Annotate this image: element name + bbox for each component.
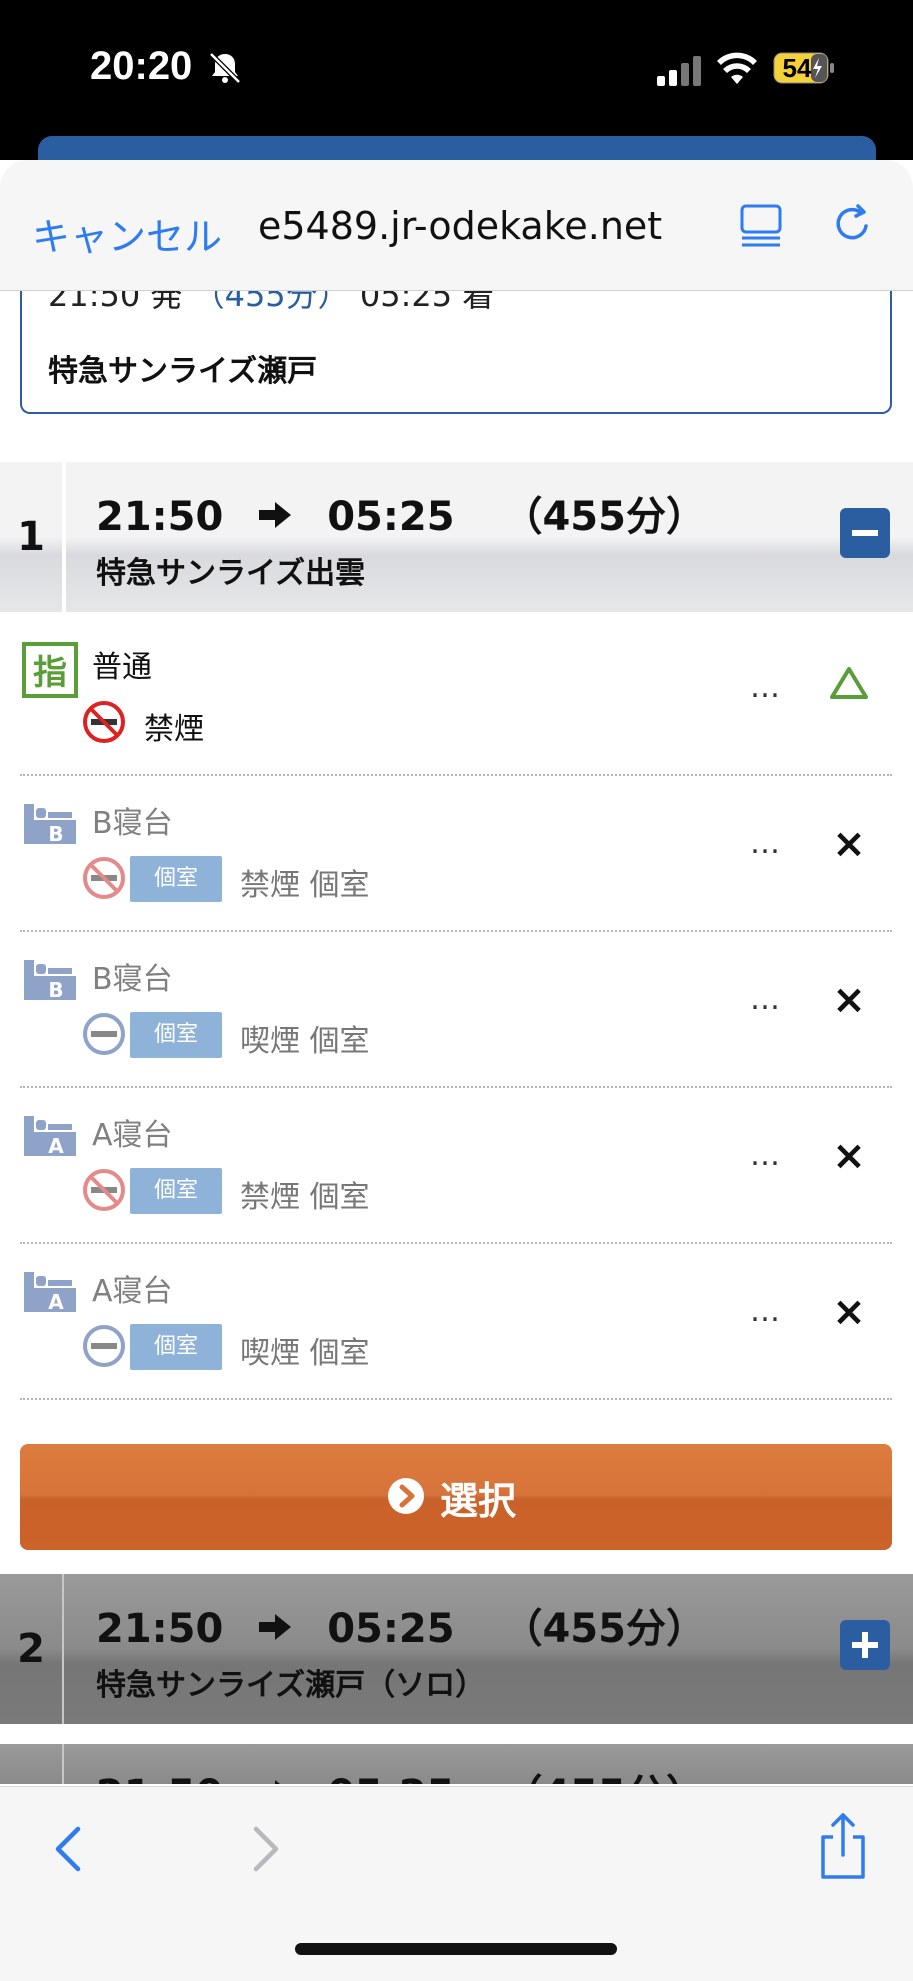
collapse-button[interactable]	[840, 508, 890, 558]
smoking-icon	[83, 1013, 125, 1055]
seat-class-name: A寝台	[92, 1274, 173, 1309]
bell-slash-icon	[209, 52, 241, 84]
private-room-badge: 個室	[130, 1324, 222, 1370]
duration: （455分）	[502, 1606, 706, 1652]
arrow-right-icon	[259, 502, 292, 528]
duration: （455分）	[502, 494, 706, 540]
seat-class-name: 普通	[92, 650, 152, 685]
select-button[interactable]: 選択	[20, 1444, 892, 1550]
seat-class-name: B寝台	[92, 806, 173, 841]
minus-icon	[852, 530, 878, 536]
chevron-right-circle-icon	[388, 1478, 424, 1514]
select-button-label: 選択	[440, 1479, 517, 1523]
duration: （455分）	[502, 1772, 706, 1784]
row-times: 21:50 05:25 （455分）	[96, 1596, 706, 1654]
seat-class-row: B B寝台 個室 禁煙 個室 … ×	[20, 776, 892, 932]
reserved-seat-icon: 指	[22, 642, 78, 698]
arrow-right-icon	[259, 1614, 292, 1640]
browser-toolbar	[0, 1786, 913, 1981]
no-smoking-icon	[83, 701, 125, 743]
url-label: e5489.jr-odekake.net	[258, 204, 663, 248]
dots: …	[750, 826, 781, 861]
bed-a-icon: A	[24, 1116, 76, 1158]
arrival-time: 05:25	[327, 494, 455, 540]
plus-icon	[852, 1632, 878, 1658]
departure-time: 21:50	[96, 1772, 223, 1784]
availability-none: ×	[832, 1289, 866, 1335]
seat-class-row: 指 普通 禁煙 …	[20, 620, 892, 776]
row-divider	[62, 462, 66, 612]
train-name: 特急サンライズ出雲	[96, 556, 366, 591]
availability-none: ×	[832, 821, 866, 867]
arrival-time: 05:25	[327, 1606, 455, 1652]
seat-class-row: B B寝台 個室 喫煙 個室 … ×	[20, 932, 892, 1088]
signal-icon	[657, 56, 701, 86]
dots: …	[750, 1294, 781, 1329]
status-time: 20:20	[90, 44, 193, 88]
arrival-time: 05:25	[327, 1772, 454, 1784]
summary-train-name: 特急サンライズ瀬戸	[48, 354, 318, 389]
availability-none: ×	[832, 1133, 866, 1179]
reload-icon[interactable]	[828, 200, 876, 248]
seat-description: 喫煙 個室	[240, 1024, 370, 1059]
availability-none: ×	[832, 977, 866, 1023]
seat-description: 喫煙 個室	[240, 1336, 370, 1371]
row-times: 21:50 05:25 （455分）	[96, 484, 706, 542]
svg-text:B: B	[48, 822, 63, 846]
svg-text:指: 指	[33, 653, 67, 693]
battery-level: 54	[782, 53, 812, 83]
seat-description: 禁煙 個室	[240, 1180, 370, 1215]
svg-text:A: A	[48, 1134, 64, 1158]
seat-class-name: A寝台	[92, 1118, 173, 1153]
svg-text:A: A	[48, 1290, 64, 1314]
dots: …	[750, 1138, 781, 1173]
departure-time: 21:50	[96, 494, 224, 540]
expand-button[interactable]	[840, 1620, 890, 1670]
arrow-right-icon	[275, 1780, 281, 1784]
share-icon[interactable]	[815, 1811, 871, 1881]
forward-icon[interactable]	[246, 1821, 286, 1877]
row-number: 2	[17, 1626, 45, 1672]
row-divider	[62, 1744, 64, 1784]
availability-triangle[interactable]	[825, 664, 873, 712]
status-bar: 20:20 54	[0, 0, 913, 196]
train-row-3[interactable]: 21:50 05:25 （455分）	[0, 1744, 913, 1784]
back-icon[interactable]	[48, 1821, 88, 1877]
home-indicator	[295, 1943, 617, 1955]
seat-class-row: A A寝台 個室 禁煙 個室 … ×	[20, 1088, 892, 1244]
wifi-icon	[717, 52, 757, 84]
private-room-badge: 個室	[130, 856, 222, 902]
private-room-badge: 個室	[130, 1168, 222, 1214]
row-divider	[62, 1574, 64, 1724]
departure-time: 21:50	[96, 1606, 224, 1652]
smoking-label: 禁煙	[144, 712, 204, 747]
svg-text:B: B	[48, 978, 63, 1002]
row-number: 1	[17, 514, 45, 560]
dots: …	[750, 670, 781, 705]
cancel-button[interactable]: キャンセル	[32, 206, 222, 261]
train-row-2[interactable]: 2 21:50 05:25 （455分） 特急サンライズ瀬戸（ソロ）	[0, 1574, 913, 1724]
no-smoking-icon	[83, 857, 125, 899]
browser-sheet-header: キャンセル e5489.jr-odekake.net	[0, 160, 913, 291]
row-times: 21:50 05:25 （455分）	[96, 1762, 706, 1784]
train-row-1[interactable]: 1 21:50 05:25 （455分） 特急サンライズ出雲	[0, 462, 913, 612]
smoking-icon	[83, 1325, 125, 1367]
dots: …	[750, 982, 781, 1017]
triangle-icon	[830, 667, 868, 699]
no-smoking-icon	[83, 1169, 125, 1211]
bed-a-icon: A	[24, 1272, 76, 1314]
seat-class-name: B寝台	[92, 962, 173, 997]
seat-description: 禁煙 個室	[240, 868, 370, 903]
reader-icon[interactable]	[738, 202, 784, 248]
seat-class-row: A A寝台 個室 喫煙 個室 … ×	[20, 1244, 892, 1400]
train-name: 特急サンライズ瀬戸（ソロ）	[96, 1668, 486, 1703]
private-room-badge: 個室	[130, 1012, 222, 1058]
bed-b-icon: B	[24, 804, 76, 846]
bed-b-icon: B	[24, 960, 76, 1002]
